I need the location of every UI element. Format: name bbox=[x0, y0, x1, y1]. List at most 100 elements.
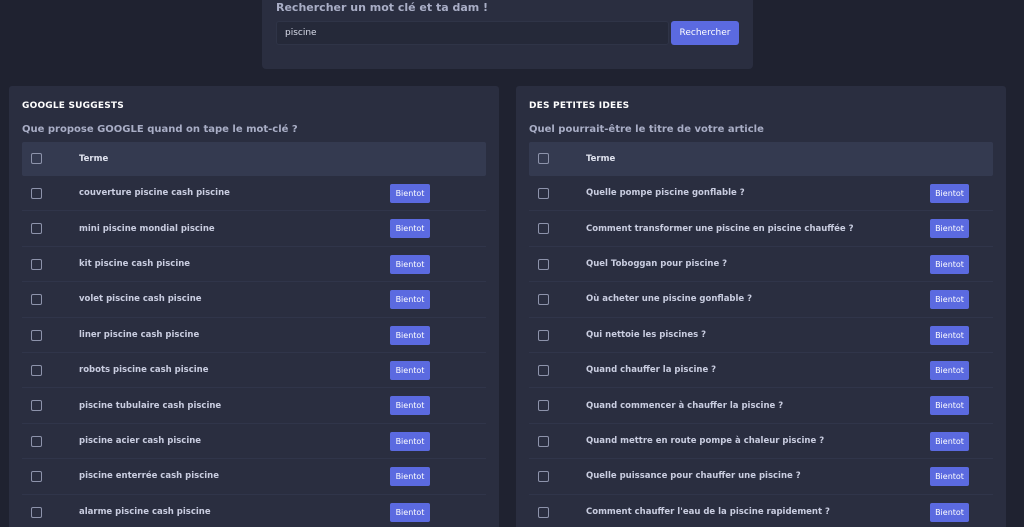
table-body: Quelle pompe piscine gonflable ? Bientot C… bbox=[529, 176, 993, 527]
bientot-button[interactable]: Bientot bbox=[390, 219, 430, 239]
panel-title: GOOGLE SUGGESTS bbox=[22, 101, 124, 111]
bientot-button[interactable]: Bientot bbox=[930, 219, 969, 239]
bientot-button[interactable]: Bientot bbox=[390, 467, 430, 487]
bientot-button[interactable]: Bientot bbox=[390, 396, 430, 416]
table-header: Terme bbox=[529, 142, 993, 176]
row-term: robots piscine cash piscine bbox=[79, 365, 209, 376]
bientot-button[interactable]: Bientot bbox=[930, 502, 969, 522]
table-row: Qui nettoie les piscines ? Bientot bbox=[529, 318, 993, 353]
row-checkbox[interactable] bbox=[31, 329, 42, 341]
table-row: alarme piscine cash piscine Bientot bbox=[22, 495, 486, 527]
row-checkbox[interactable] bbox=[538, 223, 549, 235]
ideas-table: Terme Quelle pompe piscine gonflable ? Bi… bbox=[529, 142, 993, 527]
row-term: kit piscine cash piscine bbox=[79, 258, 191, 269]
ideas-panel: DES PETITES IDEES Quel pourrait-être le … bbox=[516, 86, 1006, 527]
search-card: Rechercher un mot clé et ta dam ! Recher… bbox=[262, 0, 753, 69]
table-header: Terme bbox=[22, 142, 486, 176]
bientot-button[interactable]: Bientot bbox=[930, 431, 969, 451]
row-checkbox[interactable] bbox=[31, 364, 42, 376]
row-checkbox[interactable] bbox=[538, 364, 549, 376]
table-row: piscine tubulaire cash piscine Bientot bbox=[22, 388, 486, 424]
table-row: Quand commencer à chauffer la piscine ? B… bbox=[529, 388, 993, 424]
row-checkbox[interactable] bbox=[538, 435, 549, 447]
column-header-terme: Terme bbox=[586, 154, 616, 164]
row-term: piscine enterrée cash piscine bbox=[79, 471, 219, 482]
row-checkbox[interactable] bbox=[538, 294, 549, 306]
row-checkbox[interactable] bbox=[31, 223, 42, 235]
row-term: Qui nettoie les piscines ? bbox=[586, 329, 707, 340]
row-checkbox[interactable] bbox=[538, 506, 549, 518]
panel-subtitle: Que propose GOOGLE quand on tape le mot-… bbox=[22, 124, 298, 135]
row-term: Quand commencer à chauffer la piscine ? bbox=[586, 400, 784, 411]
table-row: kit piscine cash piscine Bientot bbox=[22, 247, 486, 283]
row-term: volet piscine cash piscine bbox=[79, 294, 202, 305]
bientot-button[interactable]: Bientot bbox=[930, 184, 969, 203]
table-row: Quel Toboggan pour piscine ? Bientot bbox=[529, 247, 993, 283]
table-row: liner piscine cash piscine Bientot bbox=[22, 318, 486, 353]
bientot-button[interactable]: Bientot bbox=[930, 290, 969, 310]
column-header-terme: Terme bbox=[79, 154, 109, 164]
row-term: couverture piscine cash piscine bbox=[79, 188, 230, 199]
bientot-button[interactable]: Bientot bbox=[390, 502, 430, 522]
row-checkbox[interactable] bbox=[538, 471, 549, 483]
row-term: Quel Toboggan pour piscine ? bbox=[586, 258, 728, 269]
suggests-table: Terme couverture piscine cash piscine Bie… bbox=[22, 142, 486, 527]
row-checkbox[interactable] bbox=[31, 258, 42, 270]
select-all-checkbox[interactable] bbox=[31, 153, 42, 164]
google-suggests-panel: GOOGLE SUGGESTS Que propose GOOGLE quand… bbox=[9, 86, 499, 527]
search-title: Rechercher un mot clé et ta dam ! bbox=[276, 1, 489, 14]
table-row: robots piscine cash piscine Bientot bbox=[22, 353, 486, 389]
row-checkbox[interactable] bbox=[31, 188, 42, 199]
table-row: Quand mettre en route pompe à chaleur pi… bbox=[529, 424, 993, 460]
bientot-button[interactable]: Bientot bbox=[390, 290, 430, 310]
row-checkbox[interactable] bbox=[538, 400, 549, 412]
table-row: Quand chauffer la piscine ? Bientot bbox=[529, 353, 993, 389]
search-input[interactable] bbox=[276, 21, 669, 45]
table-row: Où acheter une piscine gonflable ? Biento… bbox=[529, 282, 993, 318]
table-row: Comment transformer une piscine en pisci… bbox=[529, 211, 993, 247]
bientot-button[interactable]: Bientot bbox=[930, 254, 969, 274]
bientot-button[interactable]: Bientot bbox=[930, 396, 969, 416]
bientot-button[interactable]: Bientot bbox=[390, 431, 430, 451]
bientot-button[interactable]: Bientot bbox=[390, 254, 430, 274]
row-term: mini piscine mondial piscine bbox=[79, 223, 215, 234]
row-checkbox[interactable] bbox=[31, 435, 42, 447]
table-row: piscine acier cash piscine Bientot bbox=[22, 424, 486, 460]
row-term: piscine acier cash piscine bbox=[79, 435, 202, 446]
row-checkbox[interactable] bbox=[538, 258, 549, 270]
row-term: alarme piscine cash piscine bbox=[79, 506, 211, 517]
panel-title: DES PETITES IDEES bbox=[529, 101, 630, 111]
table-row: Comment chauffer l'eau de la piscine rap… bbox=[529, 495, 993, 527]
table-row: Quelle pompe piscine gonflable ? Bientot bbox=[529, 176, 993, 212]
row-term: Quelle puissance pour chauffer une pisci… bbox=[586, 471, 801, 482]
row-checkbox[interactable] bbox=[31, 471, 42, 483]
bientot-button[interactable]: Bientot bbox=[390, 325, 430, 345]
row-term: Quelle pompe piscine gonflable ? bbox=[586, 188, 745, 199]
row-term: Quand chauffer la piscine ? bbox=[586, 365, 717, 376]
table-row: volet piscine cash piscine Bientot bbox=[22, 282, 486, 318]
table-row: Quelle puissance pour chauffer une pisci… bbox=[529, 459, 993, 495]
row-term: Où acheter une piscine gonflable ? bbox=[586, 294, 753, 305]
row-checkbox[interactable] bbox=[31, 506, 42, 518]
table-row: couverture piscine cash piscine Bientot bbox=[22, 176, 486, 212]
row-term: Comment chauffer l'eau de la piscine rap… bbox=[586, 506, 830, 517]
row-checkbox[interactable] bbox=[31, 400, 42, 412]
table-row: piscine enterrée cash piscine Bientot bbox=[22, 459, 486, 495]
table-body: couverture piscine cash piscine Bientot mi… bbox=[22, 176, 486, 527]
row-checkbox[interactable] bbox=[538, 329, 549, 341]
bientot-button[interactable]: Bientot bbox=[390, 184, 430, 203]
row-checkbox[interactable] bbox=[31, 294, 42, 306]
row-term: liner piscine cash piscine bbox=[79, 329, 200, 340]
select-all-checkbox[interactable] bbox=[538, 153, 549, 164]
row-term: Quand mettre en route pompe à chaleur pi… bbox=[586, 435, 825, 446]
bientot-button[interactable]: Bientot bbox=[930, 360, 969, 380]
bientot-button[interactable]: Bientot bbox=[930, 467, 969, 487]
row-term: Comment transformer une piscine en pisci… bbox=[586, 223, 854, 234]
table-row: mini piscine mondial piscine Bientot bbox=[22, 211, 486, 247]
row-checkbox[interactable] bbox=[538, 188, 549, 199]
search-button[interactable]: Rechercher bbox=[671, 21, 739, 45]
row-term: piscine tubulaire cash piscine bbox=[79, 400, 222, 411]
bientot-button[interactable]: Bientot bbox=[390, 360, 430, 380]
panel-subtitle: Quel pourrait-être le titre de votre art… bbox=[529, 124, 764, 135]
bientot-button[interactable]: Bientot bbox=[930, 325, 969, 345]
